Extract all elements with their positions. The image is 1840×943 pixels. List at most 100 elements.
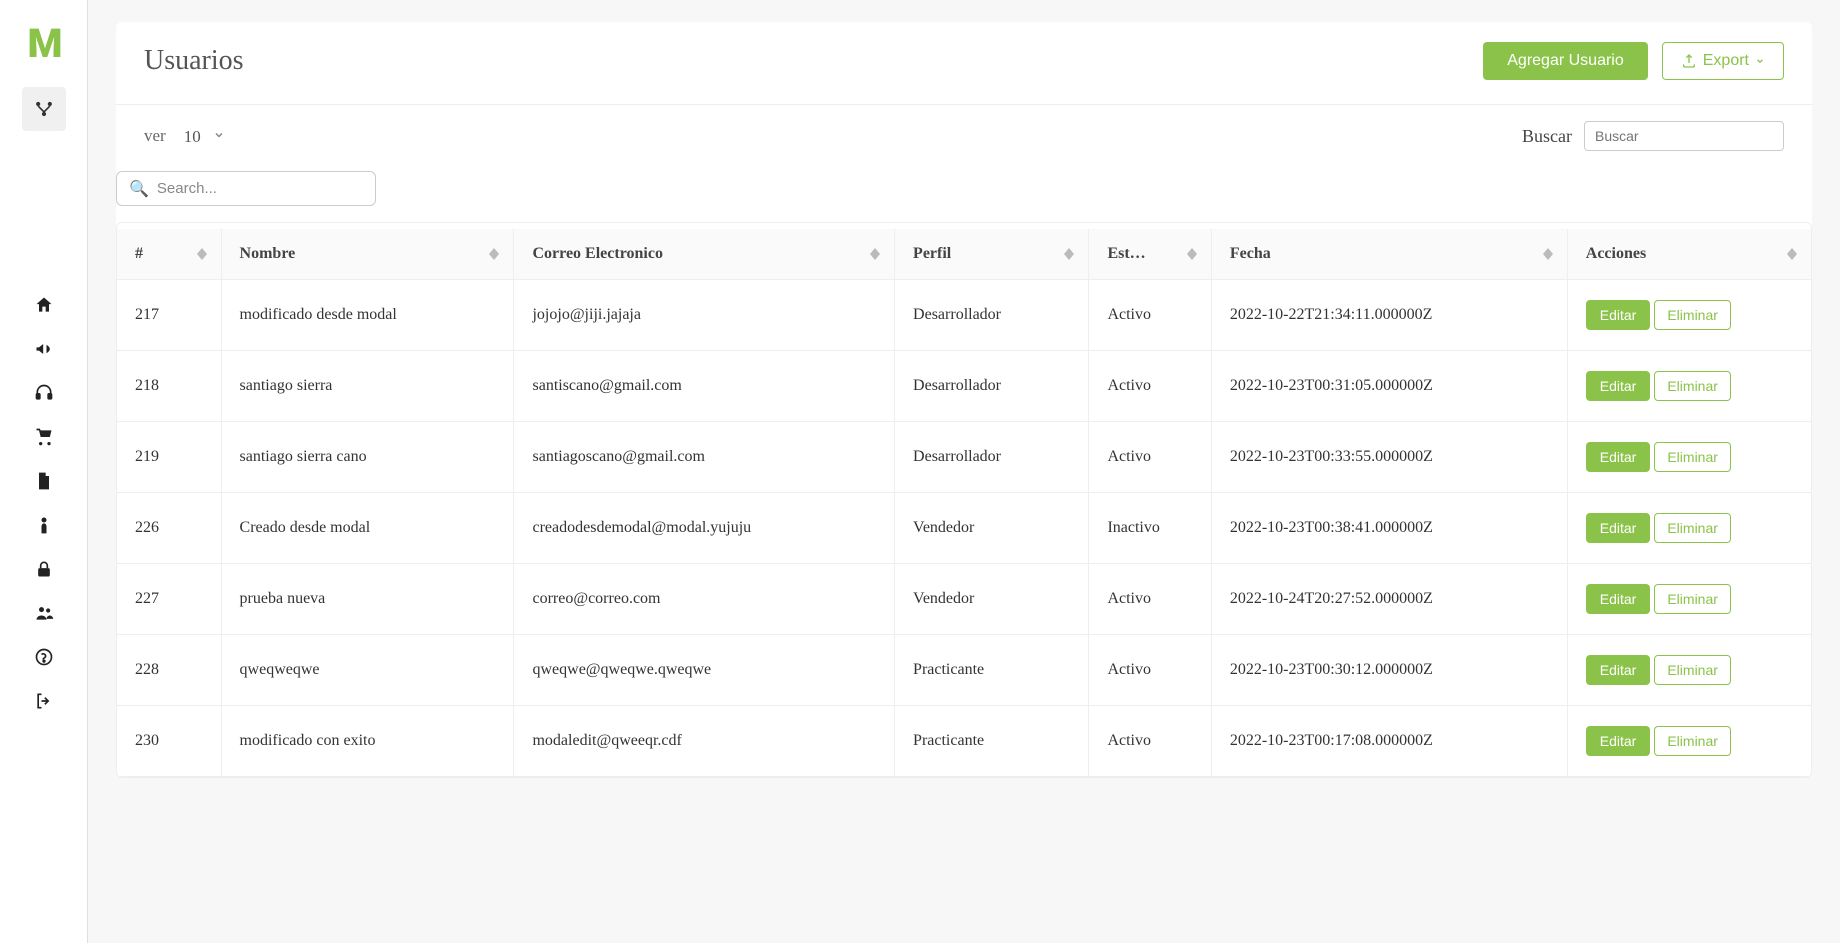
page-size-select[interactable]: 10 — [184, 127, 225, 146]
add-user-button[interactable]: Agregar Usuario — [1483, 42, 1648, 80]
table-row: 219santiago sierra canosantiagoscano@gma… — [117, 422, 1811, 493]
logo: M — [27, 20, 59, 67]
column-header-estado[interactable]: Est… — [1089, 229, 1211, 280]
nav-logout-icon[interactable] — [22, 683, 66, 719]
edit-button[interactable]: Editar — [1586, 300, 1651, 330]
column-header-perfil[interactable]: Perfil — [895, 229, 1089, 280]
cell-correo: jojojo@jiji.jajaja — [514, 280, 895, 351]
cell-estado: Activo — [1089, 706, 1211, 777]
cell-estado: Inactivo — [1089, 493, 1211, 564]
nav-help-icon[interactable] — [22, 639, 66, 675]
cell-acciones: EditarEliminar — [1567, 706, 1811, 777]
table-row: 227prueba nuevacorreo@correo.comVendedor… — [117, 564, 1811, 635]
ver-label: ver — [144, 126, 166, 146]
cell-id: 219 — [117, 422, 221, 493]
cell-id: 230 — [117, 706, 221, 777]
search-input[interactable] — [157, 180, 363, 197]
export-button[interactable]: Export — [1662, 42, 1784, 80]
cell-nombre: prueba nueva — [221, 564, 514, 635]
cell-correo: santiscano@gmail.com — [514, 351, 895, 422]
sort-icon — [1543, 248, 1553, 260]
nav-person-icon[interactable] — [22, 507, 66, 543]
delete-button[interactable]: Eliminar — [1654, 371, 1731, 401]
cell-fecha: 2022-10-23T00:38:41.000000Z — [1211, 493, 1567, 564]
cell-nombre: modificado desde modal — [221, 280, 514, 351]
edit-button[interactable]: Editar — [1586, 726, 1651, 756]
cell-id: 217 — [117, 280, 221, 351]
table-row: 230modificado con exitomodaledit@qweeqr.… — [117, 706, 1811, 777]
cell-fecha: 2022-10-24T20:27:52.000000Z — [1211, 564, 1567, 635]
sort-icon — [489, 248, 499, 260]
nav-lock-icon[interactable] — [22, 551, 66, 587]
users-table: # Nombre Correo Electronico Perfil Est… … — [117, 229, 1811, 777]
buscar-label: Buscar — [1522, 126, 1572, 147]
cell-perfil: Practicante — [895, 635, 1089, 706]
delete-button[interactable]: Eliminar — [1654, 442, 1731, 472]
nav-bullhorn-icon[interactable] — [22, 331, 66, 367]
cell-acciones: EditarEliminar — [1567, 280, 1811, 351]
cell-perfil: Desarrollador — [895, 422, 1089, 493]
delete-button[interactable]: Eliminar — [1654, 300, 1731, 330]
cell-estado: Activo — [1089, 564, 1211, 635]
column-header-id[interactable]: # — [117, 229, 221, 280]
nav-document-icon[interactable] — [22, 463, 66, 499]
users-card: Usuarios Agregar Usuario Export ver — [116, 22, 1812, 778]
column-header-acciones[interactable]: Acciones — [1567, 229, 1811, 280]
sort-icon — [1787, 248, 1797, 260]
search-icon: 🔍 — [129, 179, 149, 198]
column-header-fecha[interactable]: Fecha — [1211, 229, 1567, 280]
nav-headset-icon[interactable] — [22, 375, 66, 411]
cell-nombre: qweqweqwe — [221, 635, 514, 706]
cell-perfil: Desarrollador — [895, 351, 1089, 422]
main-content: Usuarios Agregar Usuario Export ver — [88, 0, 1840, 943]
export-button-label: Export — [1703, 52, 1749, 70]
delete-button[interactable]: Eliminar — [1654, 726, 1731, 756]
table-row: 228qweqweqweqweqwe@qweqwe.qweqwePractica… — [117, 635, 1811, 706]
edit-button[interactable]: Editar — [1586, 442, 1651, 472]
cell-perfil: Practicante — [895, 706, 1089, 777]
cell-fecha: 2022-10-23T00:31:05.000000Z — [1211, 351, 1567, 422]
cell-nombre: santiago sierra cano — [221, 422, 514, 493]
table-row: 218santiago sierrasantiscano@gmail.comDe… — [117, 351, 1811, 422]
cell-estado: Activo — [1089, 422, 1211, 493]
cell-id: 228 — [117, 635, 221, 706]
page-title: Usuarios — [144, 45, 244, 77]
cell-nombre: modificado con exito — [221, 706, 514, 777]
nav-icon-workflow[interactable] — [22, 87, 66, 131]
sort-icon — [1064, 248, 1074, 260]
delete-button[interactable]: Eliminar — [1654, 584, 1731, 614]
cell-fecha: 2022-10-23T00:30:12.000000Z — [1211, 635, 1567, 706]
cell-fecha: 2022-10-22T21:34:11.000000Z — [1211, 280, 1567, 351]
cell-nombre: Creado desde modal — [221, 493, 514, 564]
column-header-nombre[interactable]: Nombre — [221, 229, 514, 280]
edit-button[interactable]: Editar — [1586, 513, 1651, 543]
delete-button[interactable]: Eliminar — [1654, 655, 1731, 685]
cell-correo: modaledit@qweeqr.cdf — [514, 706, 895, 777]
buscar-input[interactable] — [1584, 121, 1784, 151]
cell-acciones: EditarEliminar — [1567, 564, 1811, 635]
cell-id: 227 — [117, 564, 221, 635]
cell-estado: Activo — [1089, 280, 1211, 351]
edit-button[interactable]: Editar — [1586, 655, 1651, 685]
sort-icon — [870, 248, 880, 260]
cell-estado: Activo — [1089, 635, 1211, 706]
nav-home-icon[interactable] — [22, 287, 66, 323]
cell-correo: correo@correo.com — [514, 564, 895, 635]
cell-acciones: EditarEliminar — [1567, 422, 1811, 493]
nav-users-icon[interactable] — [22, 595, 66, 631]
cell-perfil: Vendedor — [895, 493, 1089, 564]
cell-nombre: santiago sierra — [221, 351, 514, 422]
table-row: 217modificado desde modaljojojo@jiji.jaj… — [117, 280, 1811, 351]
cell-correo: santiagoscano@gmail.com — [514, 422, 895, 493]
nav-cart-icon[interactable] — [22, 419, 66, 455]
chevron-down-icon — [1755, 56, 1765, 66]
sort-icon — [197, 248, 207, 260]
edit-button[interactable]: Editar — [1586, 584, 1651, 614]
delete-button[interactable]: Eliminar — [1654, 513, 1731, 543]
edit-button[interactable]: Editar — [1586, 371, 1651, 401]
cell-perfil: Vendedor — [895, 564, 1089, 635]
column-header-correo[interactable]: Correo Electronico — [514, 229, 895, 280]
cell-correo: creadodesdemodal@modal.yujuju — [514, 493, 895, 564]
cell-acciones: EditarEliminar — [1567, 351, 1811, 422]
cell-id: 226 — [117, 493, 221, 564]
